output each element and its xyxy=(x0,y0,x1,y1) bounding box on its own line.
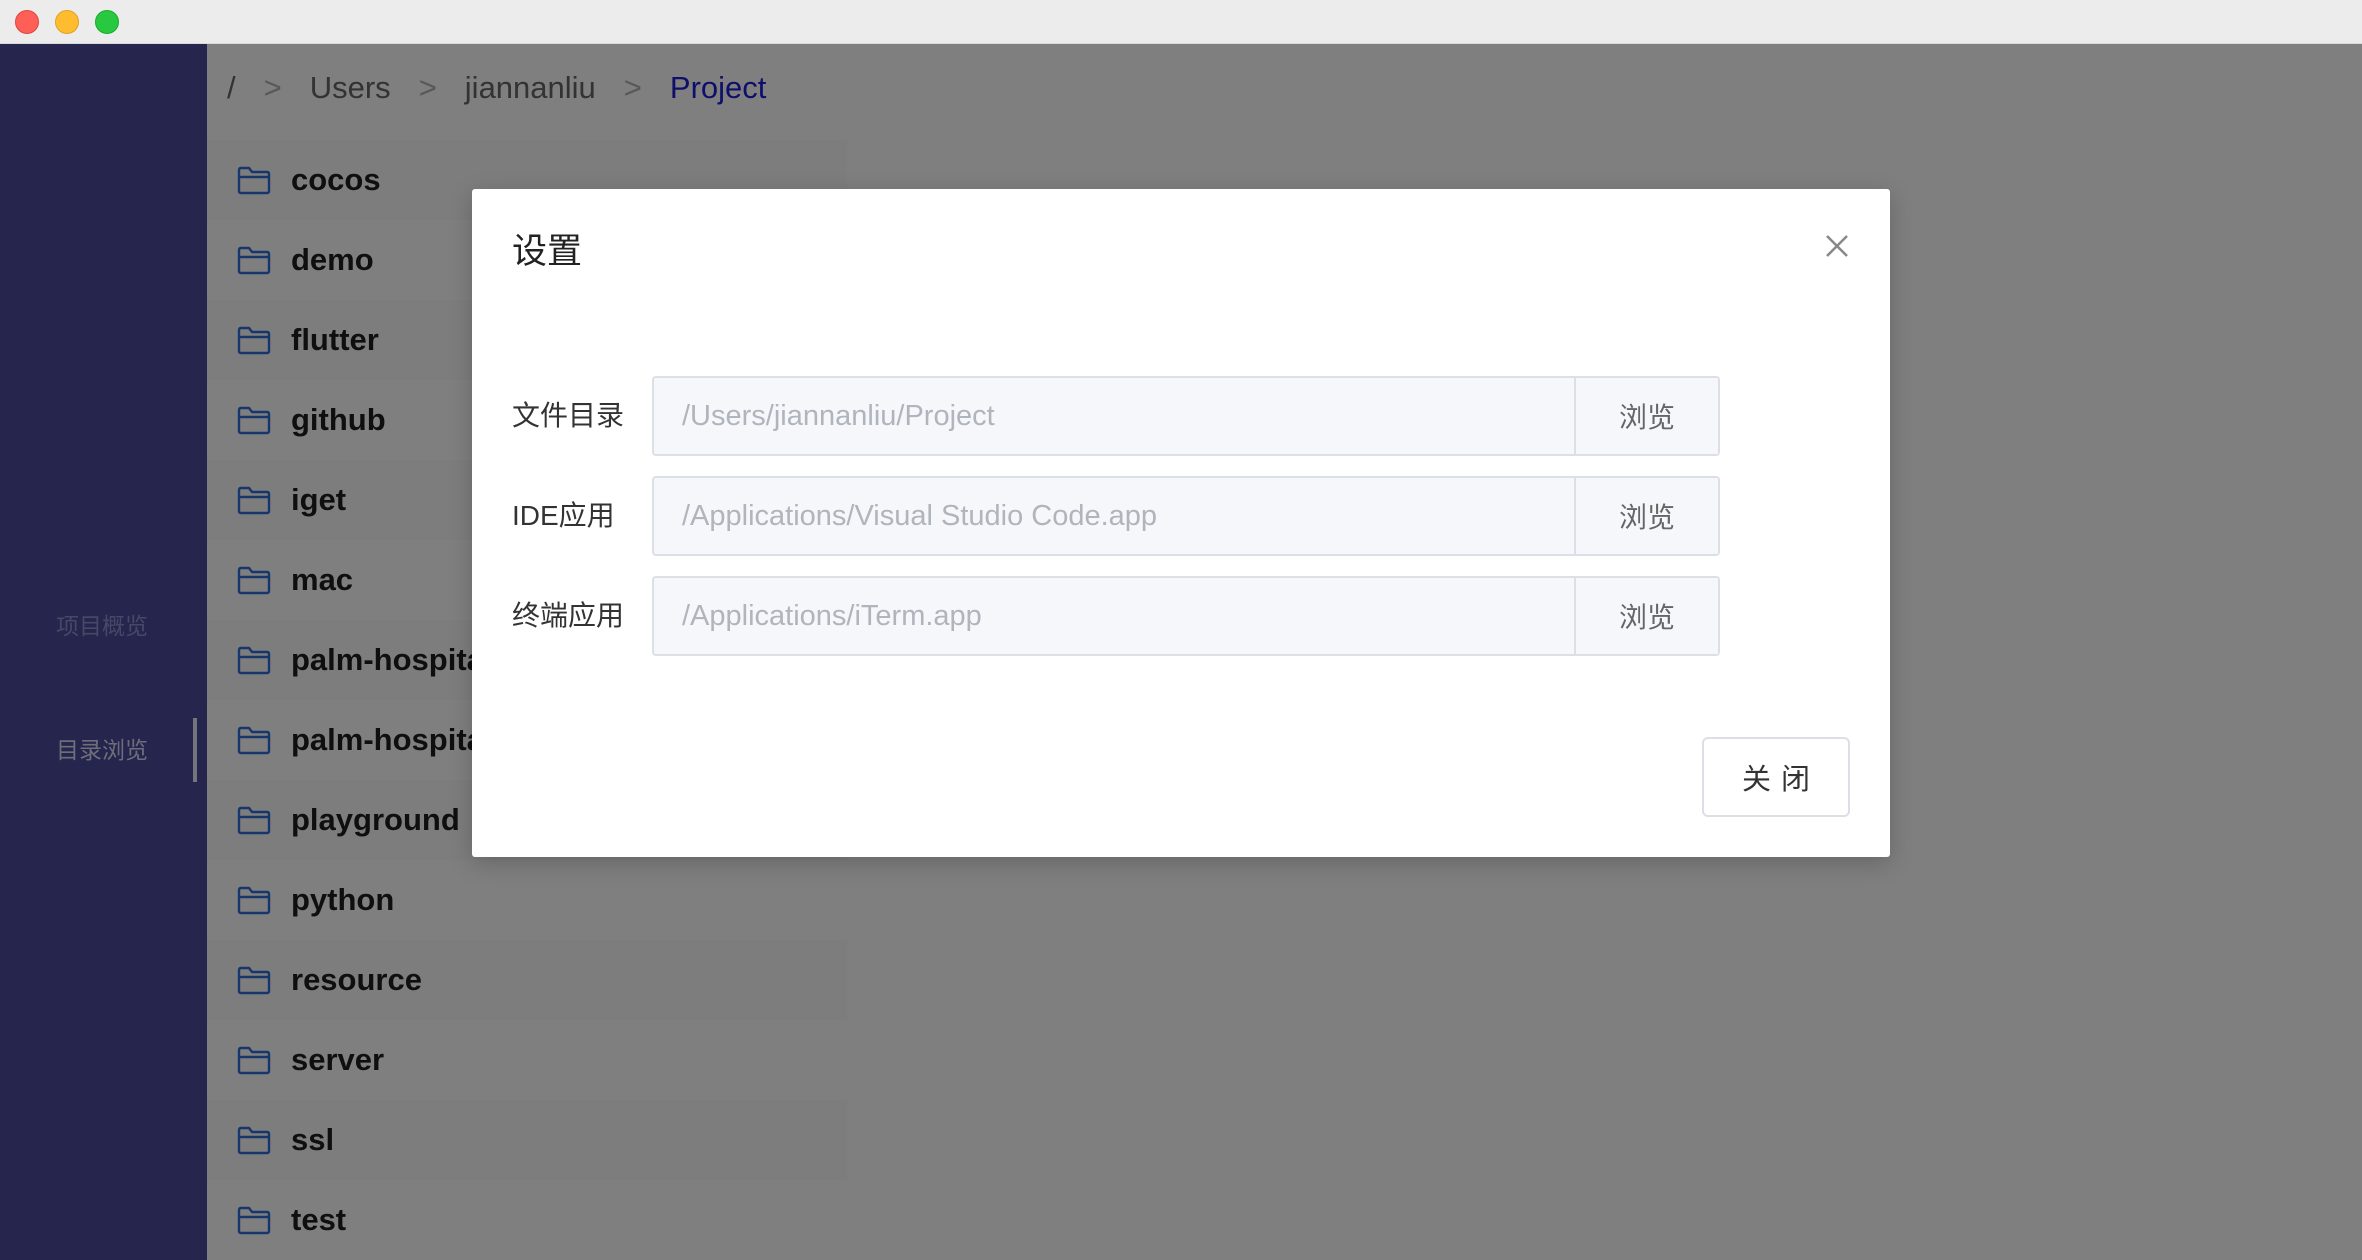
title-bar xyxy=(0,0,2362,44)
window-maximize-button[interactable] xyxy=(95,10,119,34)
app-window: 项目概览 目录浏览 / > Users > jiannanliu > Proje… xyxy=(0,0,2362,1260)
form-row-terminal: 终端应用 浏览 xyxy=(512,576,1720,656)
dialog-close-button[interactable]: 关闭 xyxy=(1702,737,1850,817)
form-row-directory: 文件目录 浏览 xyxy=(512,376,1720,456)
terminal-browse-button[interactable]: 浏览 xyxy=(1574,578,1718,654)
settings-dialog: 设置 文件目录 浏览 IDE应用 浏览 终端应用 浏 xyxy=(472,189,1890,857)
ide-browse-button[interactable]: 浏览 xyxy=(1574,478,1718,554)
directory-label: 文件目录 xyxy=(512,400,625,431)
window-minimize-button[interactable] xyxy=(55,10,79,34)
close-icon[interactable] xyxy=(1824,233,1850,259)
directory-browse-button[interactable]: 浏览 xyxy=(1574,378,1718,454)
ide-label: IDE应用 xyxy=(512,500,615,531)
ide-input[interactable] xyxy=(654,478,1574,554)
terminal-input[interactable] xyxy=(654,578,1574,654)
terminal-label: 终端应用 xyxy=(512,600,625,631)
dialog-title: 设置 xyxy=(512,232,583,271)
directory-input-group: 浏览 xyxy=(652,376,1720,456)
ide-input-group: 浏览 xyxy=(652,476,1720,556)
window-close-button[interactable] xyxy=(15,10,39,34)
directory-input[interactable] xyxy=(654,378,1574,454)
form-row-ide: IDE应用 浏览 xyxy=(512,476,1720,556)
terminal-input-group: 浏览 xyxy=(652,576,1720,656)
